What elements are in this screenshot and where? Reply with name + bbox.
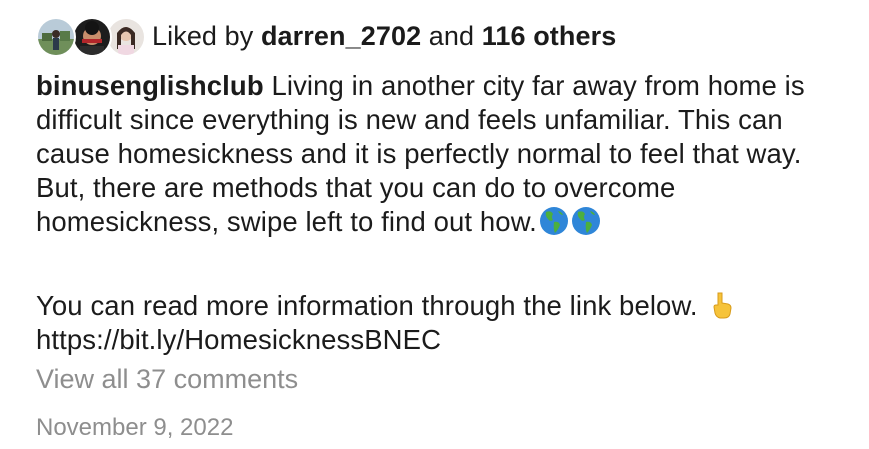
post-date: November 9, 2022 (36, 414, 234, 441)
avatar[interactable] (36, 17, 76, 57)
more-info-text: You can read more information through th… (36, 290, 698, 321)
caption-username-link[interactable]: binusenglishclub (36, 70, 264, 101)
avatar[interactable] (72, 17, 112, 57)
view-all-comments-link[interactable]: View all 37 comments (36, 364, 298, 395)
likes-row[interactable]: Liked by darren_2702 and 116 others (36, 14, 616, 58)
globe-americas-icon (571, 206, 601, 236)
likes-others-link[interactable]: 116 others (482, 21, 617, 51)
likes-prefix: Liked by (152, 20, 261, 51)
avatar[interactable] (106, 17, 146, 57)
liker-username-link[interactable]: darren_2702 (261, 21, 421, 51)
caption-paragraph: You can read more information through th… (36, 289, 836, 357)
post-caption: binusenglishclub Living in another city … (36, 69, 836, 357)
homesickness-link[interactable]: https://bit.ly/HomesicknessBNEC (36, 323, 836, 357)
liker-avatars[interactable] (36, 14, 146, 58)
globe-americas-icon (539, 206, 569, 236)
likes-summary: Liked by darren_2702 and 116 others (152, 21, 616, 52)
pointing-down-hand-icon (707, 290, 737, 320)
likes-middle: and (421, 20, 482, 51)
caption-paragraph: binusenglishclub Living in another city … (36, 69, 836, 239)
